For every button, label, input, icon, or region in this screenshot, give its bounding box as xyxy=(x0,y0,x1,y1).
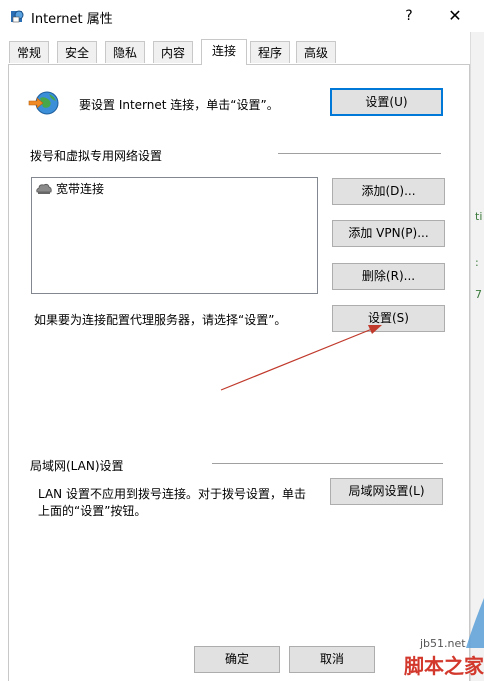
connection-list[interactable]: 宽带连接 xyxy=(31,177,318,294)
add-button[interactable]: 添加(D)... xyxy=(332,178,445,205)
dialup-divider xyxy=(278,153,441,154)
background-glyph: ti xyxy=(475,210,483,223)
tab-advanced[interactable]: 高级 xyxy=(296,41,336,63)
lan-settings-button[interactable]: 局域网设置(L) xyxy=(330,478,443,505)
help-button[interactable]: ? xyxy=(396,0,422,32)
background-glyph: : xyxy=(475,256,479,269)
add-vpn-button[interactable]: 添加 VPN(P)... xyxy=(332,220,445,247)
tab-content[interactable]: 内容 xyxy=(153,41,193,63)
dialup-heading: 拨号和虚拟专用网络设置 xyxy=(30,149,163,163)
ok-button[interactable]: 确定 xyxy=(194,646,280,673)
internet-options-icon xyxy=(11,10,24,23)
connection-settings-button[interactable]: 设置(S) xyxy=(332,305,445,332)
tab-security[interactable]: 安全 xyxy=(57,41,97,63)
proxy-description: 如果要为连接配置代理服务器，请选择“设置”。 xyxy=(34,313,287,327)
title-bar: Internet 属性 ? ✕ xyxy=(0,0,484,32)
background-glyph: 7 xyxy=(475,288,482,301)
broadband-connection-icon xyxy=(36,183,52,194)
tab-privacy[interactable]: 隐私 xyxy=(105,41,145,63)
lan-description-line1: LAN 设置不应用到拨号连接。对于拨号设置，单击 xyxy=(38,487,306,501)
tab-general[interactable]: 常规 xyxy=(9,41,49,63)
globe-setup-icon xyxy=(28,91,59,115)
lan-description-line2: 上面的“设置”按钮。 xyxy=(38,504,147,518)
cancel-button[interactable]: 取消 xyxy=(289,646,375,673)
watermark-text: 脚本之家 xyxy=(404,654,484,678)
lan-heading: 局域网(LAN)设置 xyxy=(30,459,124,473)
close-button[interactable]: ✕ xyxy=(440,0,470,32)
watermark-brand: jb51.net xyxy=(420,637,466,650)
window-title: Internet 属性 xyxy=(31,12,113,27)
remove-button[interactable]: 删除(R)... xyxy=(332,263,445,290)
background-window: ti : 7 xyxy=(470,32,484,681)
tab-programs[interactable]: 程序 xyxy=(250,41,290,63)
tab-connections[interactable]: 连接 xyxy=(201,39,247,65)
setup-button[interactable]: 设置(U) xyxy=(330,88,443,116)
setup-description: 要设置 Internet 连接，单击“设置”。 xyxy=(79,98,279,112)
lan-divider xyxy=(212,463,443,464)
list-item-label: 宽带连接 xyxy=(56,182,105,196)
